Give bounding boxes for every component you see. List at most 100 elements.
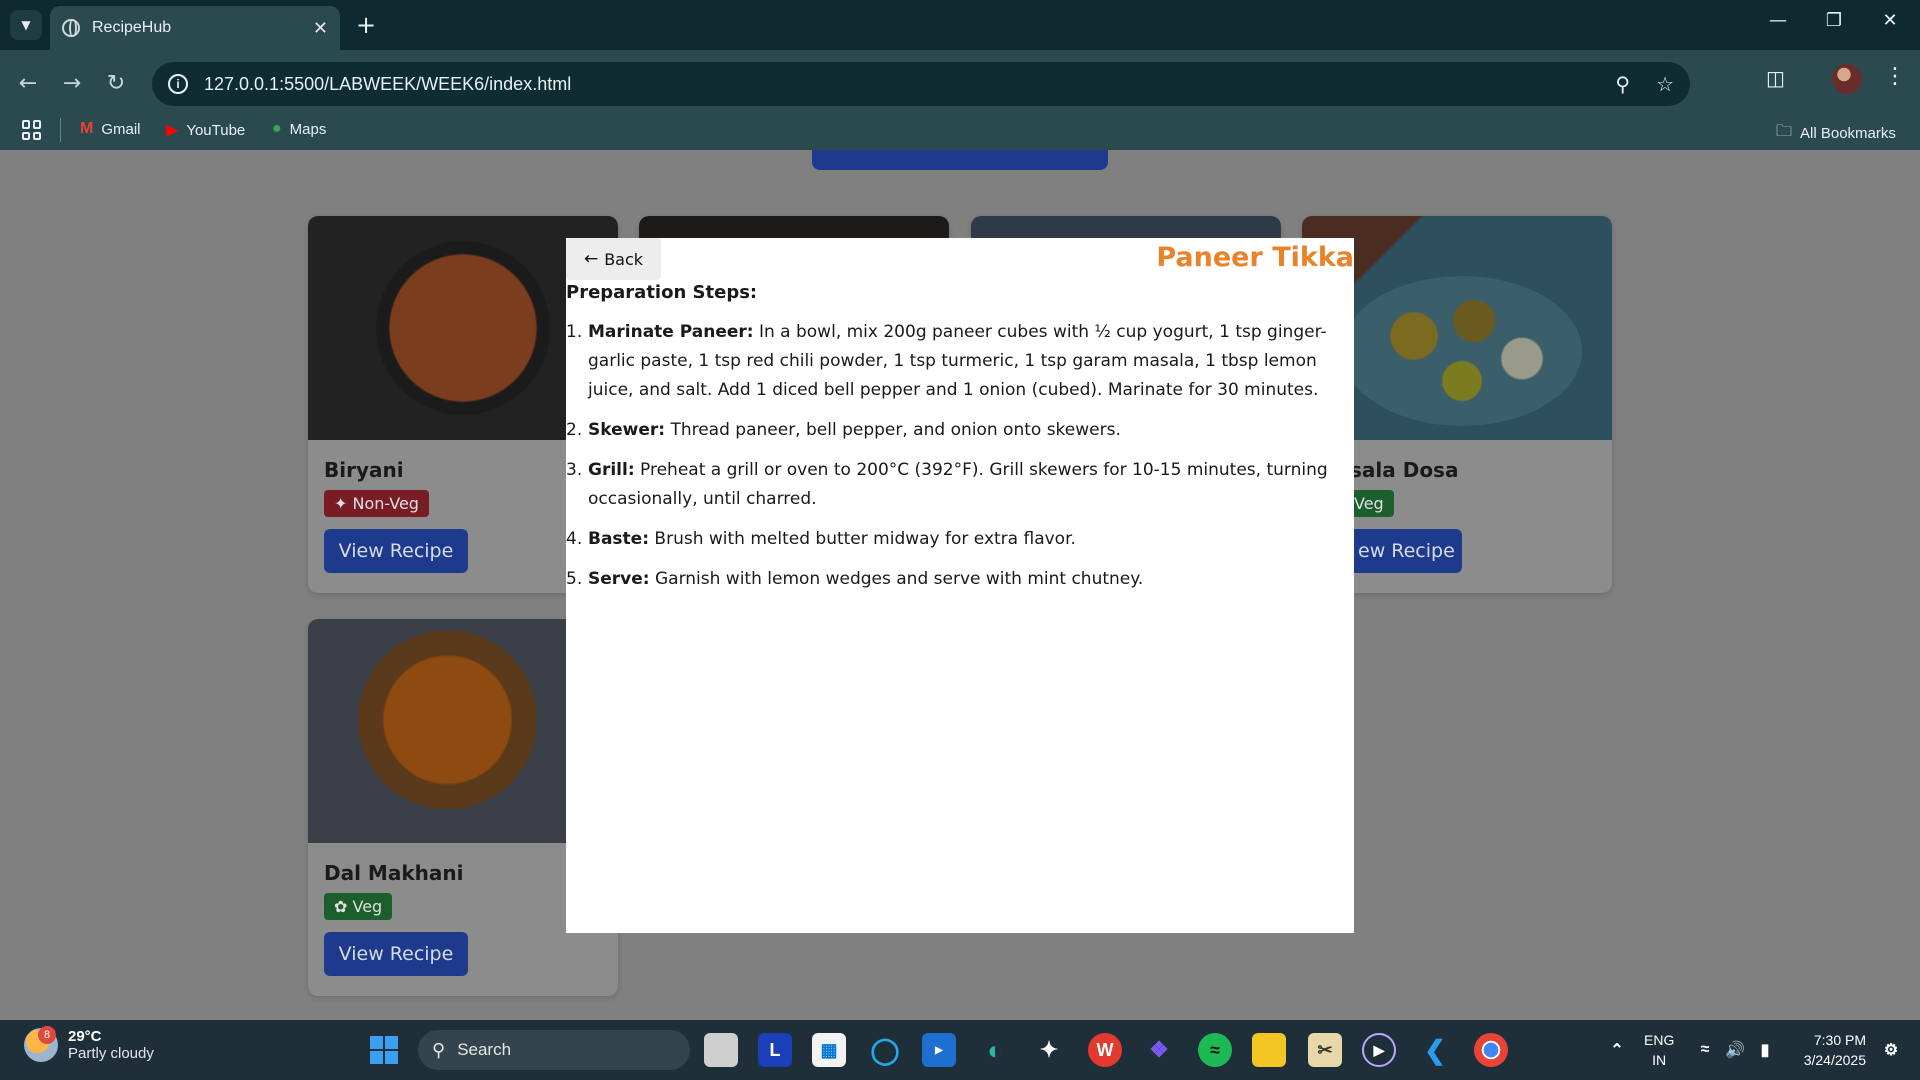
clock-date: 3/24/2025	[1803, 1052, 1866, 1068]
leaf-icon: ✿	[334, 897, 353, 916]
back-arrow-icon[interactable]: ←	[10, 66, 46, 102]
slack-icon[interactable]: ✦	[1032, 1033, 1066, 1067]
steps-list: 1. Marinate Paneer: In a bowl, mix 200g p…	[566, 318, 1338, 605]
bookmark-gmail[interactable]: M Gmail	[80, 120, 141, 138]
edge-icon[interactable]: ◐	[978, 1033, 1012, 1067]
badge-label: Veg	[352, 897, 383, 916]
chrome-icon[interactable]	[1474, 1033, 1508, 1067]
folder-icon: 🗀	[1776, 123, 1793, 140]
notifications-icon[interactable]: ⚙	[1874, 1033, 1908, 1067]
bookmark-star-icon[interactable]: ☆	[1656, 72, 1674, 97]
step-number: 1.	[566, 322, 583, 342]
battery-icon[interactable]: ▮	[1748, 1033, 1782, 1067]
all-bookmarks-label: All Bookmarks	[1800, 125, 1896, 142]
taskbar-search[interactable]: ⚲ Search	[418, 1030, 690, 1070]
bookmark-label: YouTube	[186, 121, 246, 139]
step-item: 1. Marinate Paneer: In a bowl, mix 200g p…	[566, 318, 1338, 405]
site-info-icon[interactable]: i	[168, 74, 188, 94]
restore-button[interactable]: ❐	[1814, 10, 1854, 31]
veg-badge: Veg	[1350, 490, 1394, 517]
copilot-icon[interactable]: ❖	[1142, 1033, 1176, 1067]
step-number: 3.	[566, 460, 583, 480]
bookmarks-bar: M Gmail ▶ YouTube ● Maps 🗀 All Bookmarks	[0, 110, 1920, 150]
minimize-button[interactable]: —	[1758, 10, 1798, 31]
alexa-icon[interactable]: ◯	[868, 1033, 902, 1067]
steps-heading: Preparation Steps:	[566, 282, 758, 303]
browser-tab[interactable]: RecipeHub ✕	[50, 6, 340, 50]
region-code: IN	[1652, 1052, 1667, 1068]
vscode-icon[interactable]: ❮	[1418, 1033, 1452, 1067]
clock-time: 7:30 PM	[1813, 1032, 1866, 1048]
step-text: Thread paneer, bell pepper, and onion on…	[665, 420, 1121, 440]
step-label: Marinate Paneer:	[588, 322, 754, 342]
badge-label: Veg	[1354, 494, 1384, 513]
browser-menu-icon[interactable]: ⋮	[1884, 64, 1906, 89]
wifi-icon[interactable]: ≈	[1688, 1033, 1722, 1067]
weather-widget[interactable]: 8 29°C Partly cloudy	[24, 1026, 154, 1062]
spotify-icon[interactable]: ≈	[1198, 1033, 1232, 1067]
bookmarks-divider	[60, 118, 61, 142]
gmail-icon: M	[80, 120, 94, 137]
back-button[interactable]: ← Back	[566, 238, 661, 280]
system-clock[interactable]: 7:30 PM 3/24/2025	[1804, 1030, 1866, 1070]
recipe-modal: ← Back Paneer Tikka Preparation Steps: 1…	[566, 238, 1354, 933]
zoom-icon[interactable]: ⚲	[1615, 72, 1630, 97]
show-hidden-icons-chevron-up-icon[interactable]: ⌃	[1600, 1033, 1634, 1067]
prime-video-icon[interactable]: ▶	[922, 1033, 956, 1067]
step-number: 2.	[566, 420, 583, 440]
input-language[interactable]: ENG IN	[1644, 1030, 1674, 1070]
view-recipe-button[interactable]: View Recipe	[324, 529, 468, 573]
microsoft-store-icon[interactable]: ▦	[812, 1033, 846, 1067]
address-bar[interactable]: i 127.0.0.1:5500/LABWEEK/WEEK6/index.htm…	[152, 62, 1690, 106]
maps-pin-icon: ●	[272, 120, 282, 137]
badge-label: Non-Veg	[352, 494, 419, 513]
reload-icon[interactable]: ↻	[98, 66, 134, 102]
view-recipe-button[interactable]: View Recipe	[324, 932, 468, 976]
arrow-left-icon: ←	[583, 249, 599, 269]
step-text: Garnish with lemon wedges and serve with…	[649, 569, 1144, 589]
all-bookmarks[interactable]: 🗀 All Bookmarks	[1776, 120, 1896, 147]
close-window-button[interactable]: ✕	[1870, 10, 1910, 31]
step-text: Preheat a grill or oven to 200°C (392°F)…	[588, 460, 1328, 509]
profile-avatar[interactable]	[1832, 64, 1862, 94]
top-partial-button	[812, 150, 1108, 170]
youtube-icon: ▶	[166, 122, 179, 139]
apps-grid-icon[interactable]	[22, 120, 42, 140]
step-item: 4. Baste: Brush with melted butter midway…	[566, 525, 1338, 554]
windows-taskbar: 8 29°C Partly cloudy ⚲ Search L ▦ ◯ ▶ ◐ …	[0, 1020, 1920, 1080]
new-tab-button[interactable]: +	[356, 12, 376, 38]
step-number: 4.	[566, 529, 583, 549]
step-label: Grill:	[588, 460, 635, 480]
url-text[interactable]: 127.0.0.1:5500/LABWEEK/WEEK6/index.html	[204, 74, 1589, 95]
bookmark-youtube[interactable]: ▶ YouTube	[166, 120, 245, 140]
close-tab-icon[interactable]: ✕	[313, 18, 328, 39]
search-label: Search	[457, 1040, 512, 1059]
weather-alert-badge: 8	[38, 1026, 56, 1044]
step-label: Baste:	[588, 529, 650, 549]
wps-office-icon[interactable]: W	[1088, 1033, 1122, 1067]
language-code: ENG	[1644, 1032, 1675, 1048]
tab-search-button[interactable]: ▼	[10, 10, 42, 40]
step-item: 3. Grill: Preheat a grill or oven to 200°…	[566, 456, 1338, 514]
file-explorer-icon[interactable]	[1252, 1033, 1286, 1067]
browser-toolbar: ← → ↻ i 127.0.0.1:5500/LABWEEK/WEEK6/ind…	[0, 50, 1920, 158]
card-title: salа Dosa	[1350, 458, 1459, 482]
extensions-icon[interactable]: ◫	[1766, 66, 1785, 90]
view-recipe-button[interactable]: ew Recipe	[1350, 529, 1462, 573]
back-label: Back	[604, 249, 644, 269]
l-app-icon[interactable]: L	[758, 1033, 792, 1067]
media-player-icon[interactable]: ▶	[1362, 1033, 1396, 1067]
temperature: 29°C	[68, 1028, 102, 1045]
bookmark-maps[interactable]: ● Maps	[272, 120, 326, 138]
weather-condition: Partly cloudy	[68, 1045, 154, 1062]
volume-icon[interactable]: 🔊	[1718, 1033, 1752, 1067]
task-view-icon[interactable]	[704, 1033, 738, 1067]
step-item: 5. Serve: Garnish with lemon wedges and s…	[566, 565, 1338, 594]
snipping-tool-icon[interactable]: ✂	[1308, 1033, 1342, 1067]
tab-bar: ▼ RecipeHub ✕ + — ❐ ✕	[0, 0, 1920, 50]
windows-start-icon[interactable]	[370, 1036, 398, 1064]
bookmark-label: Maps	[289, 120, 327, 138]
drumstick-icon: ✦	[334, 494, 353, 513]
forward-arrow-icon[interactable]: →	[54, 66, 90, 102]
chevron-down-icon: ▼	[21, 18, 31, 32]
